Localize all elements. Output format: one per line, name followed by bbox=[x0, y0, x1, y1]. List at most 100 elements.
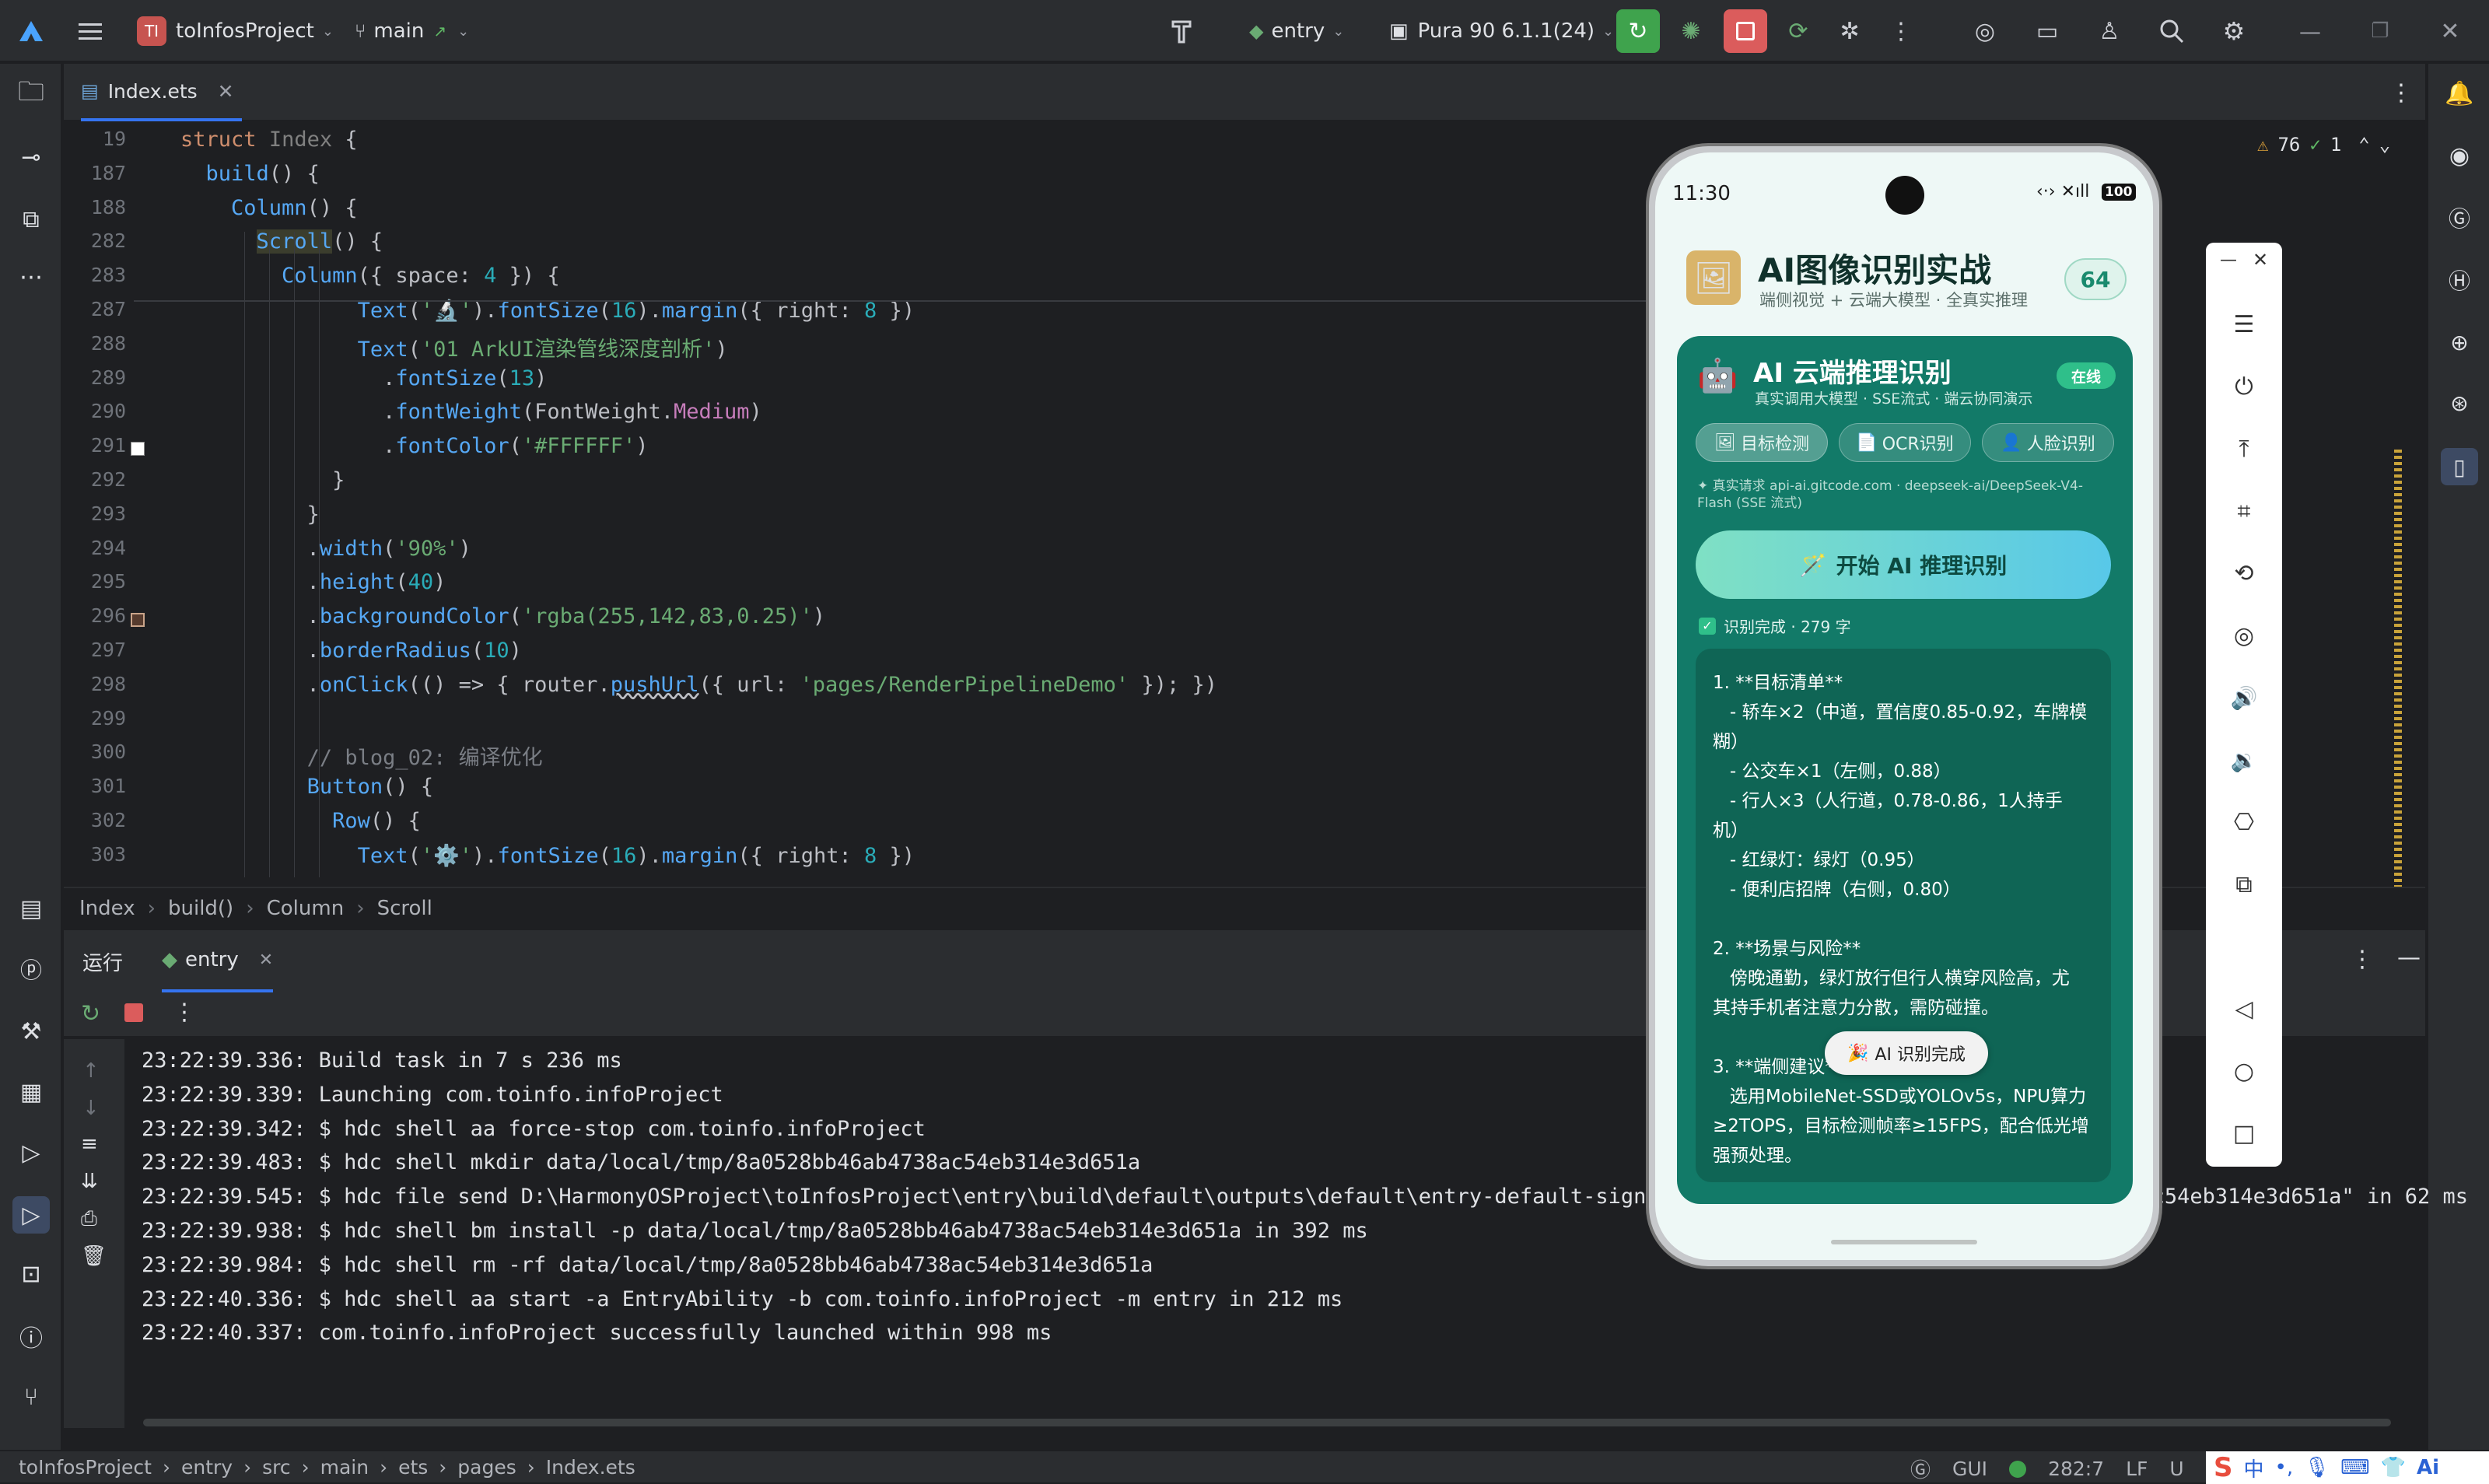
emulator-menu-icon[interactable]: ☰ bbox=[2225, 305, 2263, 344]
path-item[interactable]: ets bbox=[398, 1456, 428, 1479]
code-line[interactable]: .fontColor('#FFFFFF') bbox=[180, 434, 648, 458]
ime-toolbar[interactable]: S 中 •, 🎙 ⌨ 👕 Ai bbox=[2206, 1451, 2489, 1484]
stop-button[interactable] bbox=[1722, 0, 1769, 62]
debug-icon[interactable]: ✺ bbox=[1674, 0, 1708, 62]
panel-more-icon[interactable]: ⋮ bbox=[2351, 946, 2374, 973]
screen-record-icon[interactable]: ◎ bbox=[2225, 616, 2263, 655]
target-icon[interactable]: ◎ bbox=[1968, 0, 2002, 62]
rerun-button[interactable]: ↻ bbox=[1615, 0, 1661, 62]
volume-up-icon[interactable]: 🔊 bbox=[2225, 678, 2263, 717]
path-item[interactable]: main bbox=[320, 1456, 369, 1479]
code-line[interactable]: .height(40) bbox=[180, 570, 446, 594]
code-line[interactable]: Scroll() { bbox=[180, 229, 383, 254]
panel-minimize-icon[interactable]: — bbox=[2397, 944, 2421, 971]
close-icon[interactable]: ✕ bbox=[2435, 0, 2466, 62]
code-line[interactable]: struct Index { bbox=[180, 128, 358, 152]
chip-face[interactable]: 👤 人脸识别 bbox=[1982, 423, 2114, 462]
encoding[interactable]: U bbox=[2169, 1458, 2183, 1480]
start-ai-button[interactable]: 🪄 开始 AI 推理识别 bbox=[1696, 530, 2111, 599]
code-line[interactable]: Text('01 ArkUI渲染管线深度剖析') bbox=[180, 332, 728, 362]
build-hammer-icon[interactable] bbox=[1167, 0, 1201, 62]
tab-entry[interactable]: ◆ entry ✕ bbox=[162, 930, 274, 992]
structure-icon[interactable]: ⧉ bbox=[14, 202, 48, 236]
inspection-widget[interactable]: ⚠ 76 ✓ 1 ⌃ ⌄ bbox=[2257, 134, 2390, 156]
more-horizontal-icon[interactable]: ⋯ bbox=[14, 260, 48, 294]
terminal-icon[interactable]: ⊡ bbox=[14, 1257, 48, 1291]
project-folder-icon[interactable]: 🗀 bbox=[14, 76, 48, 112]
path-item[interactable]: pages bbox=[457, 1456, 516, 1479]
code-line[interactable]: build() { bbox=[180, 162, 320, 186]
soft-wrap-icon[interactable]: ≡ bbox=[81, 1132, 98, 1156]
build-icon[interactable]: ⚒ bbox=[14, 1014, 48, 1048]
attach-debugger-icon[interactable]: ✲ bbox=[1833, 0, 1867, 62]
chip-ocr[interactable]: 📄 OCR识别 bbox=[1839, 423, 1971, 462]
globe-icon[interactable]: ⊕ bbox=[2442, 325, 2477, 359]
code-line[interactable]: } bbox=[180, 468, 345, 492]
more-vertical-icon[interactable]: ⋮ bbox=[1885, 0, 1917, 62]
hvigor-icon[interactable]: Ⓗ bbox=[2442, 263, 2477, 297]
code-line[interactable]: } bbox=[180, 502, 320, 527]
codegenie-status-icon[interactable]: Ⓖ bbox=[1910, 1454, 1931, 1483]
chip-object-detection[interactable]: 🖼 目标检测 bbox=[1696, 423, 1828, 462]
account-icon[interactable]: ♙ bbox=[2092, 0, 2127, 62]
services-icon[interactable]: ▷ bbox=[14, 1136, 48, 1170]
tab-more-icon[interactable]: ⋮ bbox=[2389, 79, 2413, 107]
cursor-position[interactable]: 282:7 bbox=[2048, 1458, 2104, 1480]
git-icon[interactable]: ⑂ bbox=[14, 1380, 48, 1414]
code-line[interactable]: Column() { bbox=[180, 196, 358, 220]
line-ending[interactable]: LF bbox=[2126, 1458, 2148, 1480]
code-line[interactable]: .fontWeight(FontWeight.Medium) bbox=[180, 400, 762, 424]
search-icon[interactable] bbox=[2155, 0, 2189, 62]
clear-trash-icon[interactable]: 🗑 bbox=[81, 1244, 107, 1268]
breadcrumb-item[interactable]: Column bbox=[267, 897, 345, 920]
console-horizontal-scrollbar[interactable] bbox=[143, 1419, 2391, 1426]
code-line[interactable]: // blog_02: 编译优化 bbox=[180, 740, 543, 771]
tab-index-ets[interactable]: ▤ Index.ets ✕ bbox=[81, 64, 242, 121]
chevron-down-icon[interactable]: ⌄ bbox=[2379, 134, 2390, 156]
stop-icon[interactable] bbox=[124, 1003, 143, 1022]
back-icon[interactable]: ◁ bbox=[2225, 989, 2263, 1028]
main-menu-icon[interactable] bbox=[75, 0, 106, 62]
upload-icon[interactable]: ⤒ bbox=[2225, 429, 2263, 468]
recents-icon[interactable]: □ bbox=[2225, 1114, 2263, 1153]
phone-screen[interactable]: 11:30 ‹·› ✕ıll 100 🖼 AI图像识别实战 端侧视觉 + 云端大… bbox=[1655, 152, 2153, 1260]
commit-icon[interactable]: ⊸ bbox=[14, 140, 48, 174]
profiler-icon[interactable]: ⓟ bbox=[14, 952, 48, 986]
screenshot-icon[interactable]: ⧉ bbox=[2225, 865, 2263, 904]
branch-selector[interactable]: ⑂ main ↗ ⌄ bbox=[355, 0, 469, 62]
run-tool-icon[interactable]: ▷ bbox=[12, 1196, 50, 1234]
code-line[interactable]: .width('90%') bbox=[180, 537, 471, 561]
problems-icon[interactable]: ⓘ bbox=[14, 1319, 48, 1353]
breadcrumb-item[interactable]: Index bbox=[79, 897, 135, 920]
folder-device-icon[interactable]: ▭ bbox=[2030, 0, 2064, 62]
chevron-up-icon[interactable]: ⌃ bbox=[2358, 134, 2369, 156]
preview-eye-icon[interactable]: ◉ bbox=[2442, 138, 2477, 173]
code-line[interactable]: Row() { bbox=[180, 809, 421, 833]
project-selector[interactable]: TI toInfosProject ⌄ bbox=[137, 0, 334, 62]
scroll-up-icon[interactable]: ↑ bbox=[82, 1059, 100, 1083]
path-item[interactable]: src bbox=[262, 1456, 291, 1479]
emulator-minimize-icon[interactable]: — bbox=[2220, 250, 2237, 270]
crop-icon[interactable]: ⌗ bbox=[2225, 492, 2263, 530]
device-manager-icon[interactable]: ▯ bbox=[2441, 448, 2478, 485]
breadcrumb-item[interactable]: Scroll bbox=[377, 897, 432, 920]
maximize-icon[interactable]: ❐ bbox=[2365, 0, 2396, 62]
code-line[interactable]: .fontSize(13) bbox=[180, 366, 547, 390]
more-vertical-icon[interactable]: ⋮ bbox=[173, 999, 196, 1026]
minimize-icon[interactable]: — bbox=[2295, 0, 2326, 62]
code-line[interactable]: .backgroundColor('rgba(255,142,83,0.25)'… bbox=[180, 604, 826, 628]
device-selector[interactable]: ▣ Pura 90 6.1.1(24) ⌄ bbox=[1389, 0, 1614, 62]
result-box[interactable]: 1. **目标清单** - 轿车×2（中道，置信度0.85-0.92，车牌模 糊）… bbox=[1696, 649, 2111, 1182]
scroll-down-icon[interactable]: ↓ bbox=[82, 1097, 100, 1120]
code-line[interactable]: Text('⚙️').fontSize(16).margin({ right: … bbox=[180, 843, 915, 868]
app-analyzer-icon[interactable]: ⊛ bbox=[2442, 386, 2477, 420]
settings-gear-icon[interactable]: ⚙ bbox=[2217, 0, 2251, 62]
database-icon[interactable]: ▤ bbox=[14, 891, 48, 926]
tab-close-icon[interactable]: ✕ bbox=[218, 80, 234, 103]
code-line[interactable]: .borderRadius(10) bbox=[180, 639, 522, 663]
path-item[interactable]: toInfosProject bbox=[19, 1456, 152, 1479]
tab-close-icon[interactable]: ✕ bbox=[259, 950, 273, 970]
path-item[interactable]: entry bbox=[181, 1456, 233, 1479]
home-indicator[interactable] bbox=[1831, 1240, 1977, 1244]
rerun-icon[interactable]: ↻ bbox=[81, 1000, 100, 1027]
